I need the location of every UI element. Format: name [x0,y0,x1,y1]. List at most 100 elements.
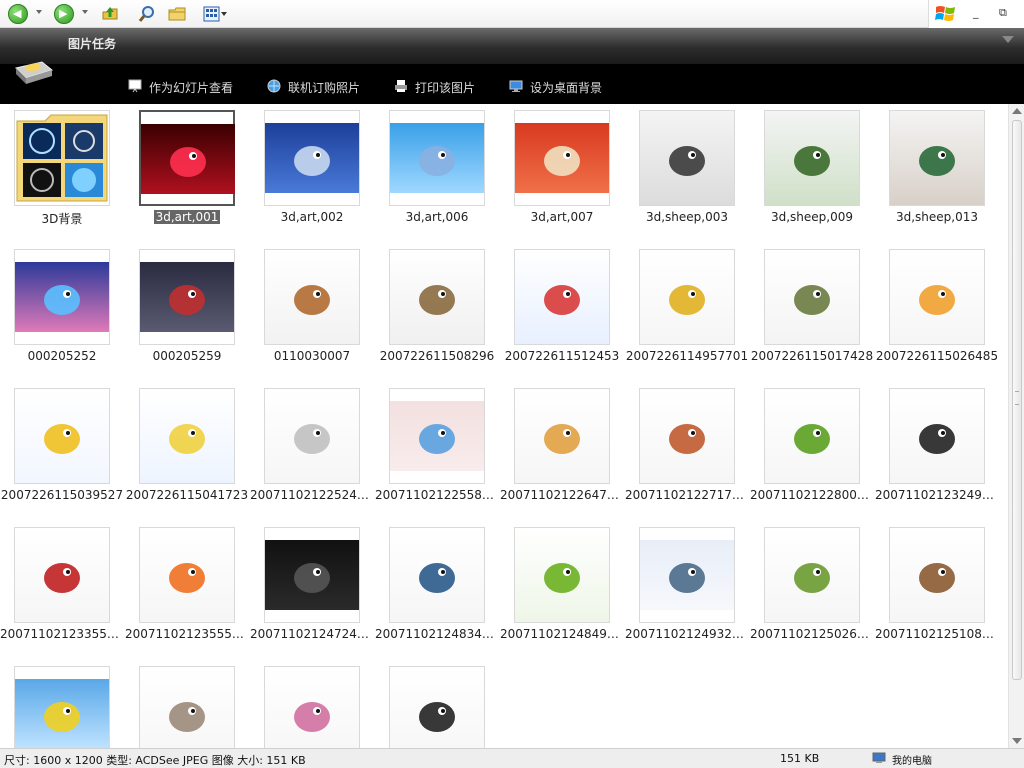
image-thumbnail[interactable] [639,388,735,484]
image-thumbnail[interactable] [264,527,360,623]
image-thumbnail[interactable] [514,527,610,623]
search-button[interactable] [137,4,157,24]
thumbnail-item[interactable] [250,660,374,748]
image-thumbnail[interactable] [514,249,610,345]
folder-thumbnail[interactable] [14,110,110,206]
image-thumbnail[interactable] [264,666,360,748]
thumbnail-item[interactable]: 200722611508296 [375,243,499,373]
folder-item[interactable]: 3D背景 [0,104,124,234]
thumbnail-label-text: 000205252 [27,349,97,363]
scroll-up-icon[interactable] [1012,108,1022,114]
thumbnail-label-text: 3d,art,001 [153,210,221,224]
picture-tasks-panel: 图片任务 作为幻灯片查看 联机订购照片 打印该图片 设为桌面背景 [0,28,1024,104]
up-folder-button[interactable] [100,4,120,24]
thumbnail-item[interactable]: 000205252 [0,243,124,373]
thumbnail-label: 200711021249324... [625,627,749,641]
thumbnail-item[interactable]: 2007226115017428 [750,243,874,373]
order-online-icon [267,79,281,93]
image-thumbnail[interactable] [139,388,235,484]
image-thumbnail[interactable] [639,527,735,623]
thumbnail-item[interactable]: 3d,sheep,009 [750,104,874,234]
thumbnail-item[interactable] [375,660,499,748]
image-thumbnail[interactable] [389,249,485,345]
thumbnail-item[interactable]: 200711021232497... [875,382,999,512]
image-thumbnail[interactable] [514,388,610,484]
back-dropdown-icon[interactable] [36,10,42,14]
back-button[interactable]: ◀ [8,4,28,24]
image-thumbnail[interactable] [389,527,485,623]
thumbnail-item[interactable]: 3d,art,001 [125,104,249,234]
image-thumbnail[interactable] [14,527,110,623]
thumbnail-item[interactable]: 3d,sheep,013 [875,104,999,234]
thumbnail-item[interactable]: 200711021248341... [375,521,499,651]
vertical-scrollbar[interactable] [1008,104,1024,748]
image-thumbnail[interactable] [764,110,860,206]
image-thumbnail[interactable] [389,388,485,484]
thumbnail-item[interactable]: 3d,sheep,003 [625,104,749,234]
thumbnail-item[interactable]: 200711021233557... [0,521,124,651]
thumbnail-item[interactable]: 200711021225242... [250,382,374,512]
image-preview [640,540,734,610]
thumbnail-item[interactable]: 000205259 [125,243,249,373]
thumbnail-item[interactable]: 200711021247245... [250,521,374,651]
thumbnail-item[interactable]: 200711021250267... [750,521,874,651]
image-thumbnail[interactable] [139,110,235,206]
thumbnail-item[interactable]: 2007226114957701 [625,243,749,373]
collapse-chevron-icon[interactable] [1002,36,1014,43]
image-thumbnail[interactable] [764,249,860,345]
restore-button[interactable]: ⧉ [999,6,1007,20]
thumbnail-item[interactable]: 200711021228002... [750,382,874,512]
task-panel-header[interactable]: 图片任务 [0,28,1024,64]
thumbnail-item[interactable]: 200711021226477... [500,382,624,512]
thumbnail-item[interactable]: 2007226115039527 [0,382,124,512]
image-preview [515,123,609,193]
image-thumbnail[interactable] [14,388,110,484]
thumbnail-item[interactable]: 200711021251085... [875,521,999,651]
image-thumbnail[interactable] [764,527,860,623]
thumbnail-item[interactable]: 200722611512453 [500,243,624,373]
image-preview [265,540,359,610]
thumbnail-item[interactable]: 200711021227178... [625,382,749,512]
image-thumbnail[interactable] [14,666,110,748]
thumbnail-item[interactable]: 200711021248495... [500,521,624,651]
scrollbar-thumb[interactable] [1012,120,1022,680]
image-thumbnail[interactable] [514,110,610,206]
thumbnail-item[interactable] [0,660,124,748]
image-thumbnail[interactable] [389,110,485,206]
thumbnail-item[interactable]: 3d,art,002 [250,104,374,234]
image-thumbnail[interactable] [264,388,360,484]
image-thumbnail[interactable] [889,110,985,206]
thumbnail-item[interactable] [125,660,249,748]
forward-button[interactable]: ▶ [54,4,74,24]
image-thumbnail[interactable] [639,249,735,345]
thumbnail-item[interactable]: 2007226115041723 [125,382,249,512]
status-location-label: 我的电脑 [892,756,932,767]
image-thumbnail[interactable] [764,388,860,484]
image-thumbnail[interactable] [889,388,985,484]
image-thumbnail[interactable] [389,666,485,748]
image-thumbnail[interactable] [139,249,235,345]
minimize-button[interactable]: _ [973,6,979,19]
thumbnail-item[interactable]: 200711021249324... [625,521,749,651]
thumbnail-item[interactable]: 2007226115026485 [875,243,999,373]
my-computer-icon [872,752,886,763]
image-thumbnail[interactable] [139,527,235,623]
scroll-down-icon[interactable] [1012,738,1022,744]
thumbnail-label-text: 3d,art,006 [405,210,469,224]
thumbnail-item[interactable]: 200711021225587... [375,382,499,512]
folders-button[interactable] [167,4,187,24]
views-button[interactable] [203,4,227,24]
image-thumbnail[interactable] [889,249,985,345]
thumbnail-item[interactable]: 0110030007 [250,243,374,373]
thumbnail-item[interactable]: 200711021235553... [125,521,249,651]
image-thumbnail[interactable] [264,110,360,206]
image-thumbnail[interactable] [889,527,985,623]
thumbnail-item[interactable]: 3d,art,007 [500,104,624,234]
image-thumbnail[interactable] [139,666,235,748]
forward-dropdown-icon[interactable] [82,10,88,14]
image-thumbnail[interactable] [14,249,110,345]
slideshow-icon [128,79,142,93]
image-thumbnail[interactable] [264,249,360,345]
image-thumbnail[interactable] [639,110,735,206]
thumbnail-item[interactable]: 3d,art,006 [375,104,499,234]
